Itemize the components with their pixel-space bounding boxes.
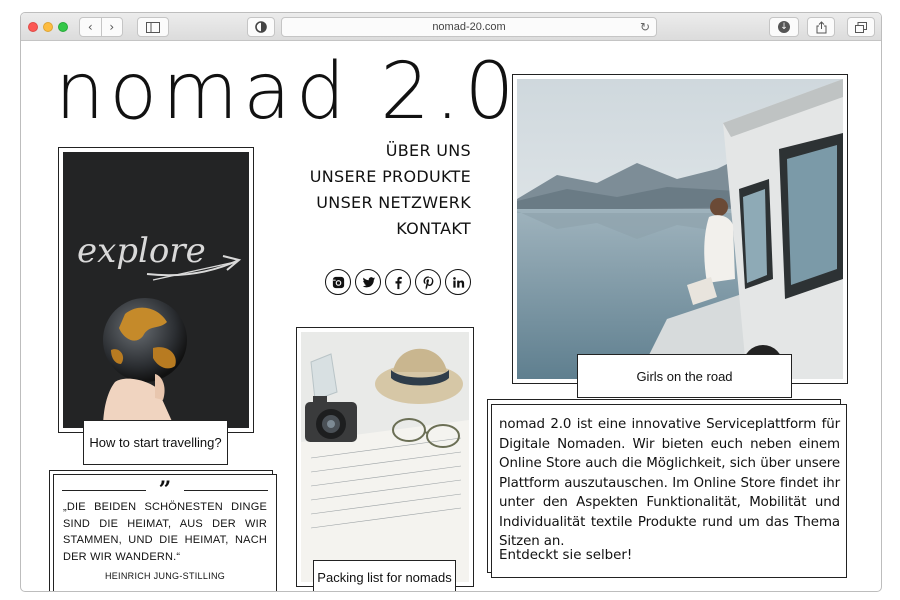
address-bar[interactable]: nomad-20.com ↻: [281, 17, 657, 37]
share-icon: [816, 20, 826, 33]
facebook-icon[interactable]: [385, 269, 411, 295]
quote-author: Heinrich Jung-Stilling: [104, 571, 226, 581]
sidebar-toggle-button[interactable]: [137, 17, 169, 37]
back-icon[interactable]: ‹: [80, 18, 101, 36]
history-nav: ‹ ›: [79, 17, 123, 37]
quote-text: „Die beiden schönesten Dinge sind die He…: [63, 501, 267, 563]
page-content: nomad 2.0 ÜBER UNS UNSERE PRODUKTE UNSER…: [21, 42, 881, 591]
twitter-icon[interactable]: [355, 269, 381, 295]
privacy-icon: [255, 21, 267, 33]
site-logo[interactable]: nomad 2.0: [55, 47, 519, 137]
caption-girls-on-the-road[interactable]: Girls on the road: [577, 354, 792, 398]
explore-image: explore: [63, 152, 249, 428]
card-girls-on-the-road[interactable]: [512, 74, 848, 384]
nav-item-ueber-uns[interactable]: ÜBER UNS: [310, 138, 471, 164]
card-explore[interactable]: explore: [58, 147, 254, 433]
description-cta: Entdeckt sie selber!: [499, 548, 633, 563]
description-text: nomad 2.0 ist eine innovative Servicepla…: [499, 417, 840, 549]
packing-image: [301, 332, 469, 582]
divider: [184, 490, 268, 491]
close-window-button[interactable]: [28, 22, 38, 32]
tabs-icon: [855, 21, 867, 33]
caption-text: How to start travelling?: [89, 435, 222, 450]
sidebar-icon: [146, 21, 160, 33]
forward-icon[interactable]: ›: [100, 18, 123, 36]
quote-mark-icon: ”: [158, 477, 172, 503]
zoom-window-button[interactable]: [58, 22, 68, 32]
description-box: nomad 2.0 ist eine innovative Servicepla…: [491, 404, 847, 578]
chalk-explore-text: explore: [77, 231, 206, 271]
linkedin-icon[interactable]: [445, 269, 471, 295]
reload-icon[interactable]: ↻: [640, 18, 650, 36]
instagram-icon[interactable]: [325, 269, 351, 295]
quote-box: ” „Die beiden schönesten Dinge sind die …: [53, 474, 277, 591]
quote-mark-row: ”: [62, 479, 268, 501]
card-packing-list[interactable]: [296, 327, 474, 587]
privacy-report-button[interactable]: [247, 17, 275, 37]
nav-item-unsere-produkte[interactable]: UNSERE PRODUKTE: [310, 164, 471, 190]
browser-toolbar: ‹ › nomad-20.com ↻ ↓: [21, 13, 881, 41]
tab-overview-button[interactable]: [847, 17, 875, 37]
minimize-window-button[interactable]: [43, 22, 53, 32]
url-text: nomad-20.com: [432, 21, 506, 33]
nav-item-unser-netzwerk[interactable]: UNSER NETZWERK: [310, 190, 471, 216]
caption-text: Packing list for nomads: [317, 570, 452, 585]
download-icon: ↓: [778, 21, 790, 33]
share-button[interactable]: [807, 17, 835, 37]
pinterest-icon[interactable]: [415, 269, 441, 295]
caption-text: Girls on the road: [636, 368, 733, 384]
divider: [62, 490, 146, 491]
caption-packing-list[interactable]: Packing list for nomads: [313, 560, 456, 591]
social-links: [325, 269, 471, 295]
browser-window: ‹ › nomad-20.com ↻ ↓ nomad 2.0 ÜBER UNS …: [20, 12, 882, 592]
downloads-button[interactable]: ↓: [769, 17, 799, 37]
road-image: [517, 79, 843, 379]
caption-how-to-start-travelling[interactable]: How to start travelling?: [83, 420, 228, 465]
main-nav: ÜBER UNS UNSERE PRODUKTE UNSER NETZWERK …: [310, 138, 471, 242]
nav-item-kontakt[interactable]: KONTAKT: [310, 216, 471, 242]
